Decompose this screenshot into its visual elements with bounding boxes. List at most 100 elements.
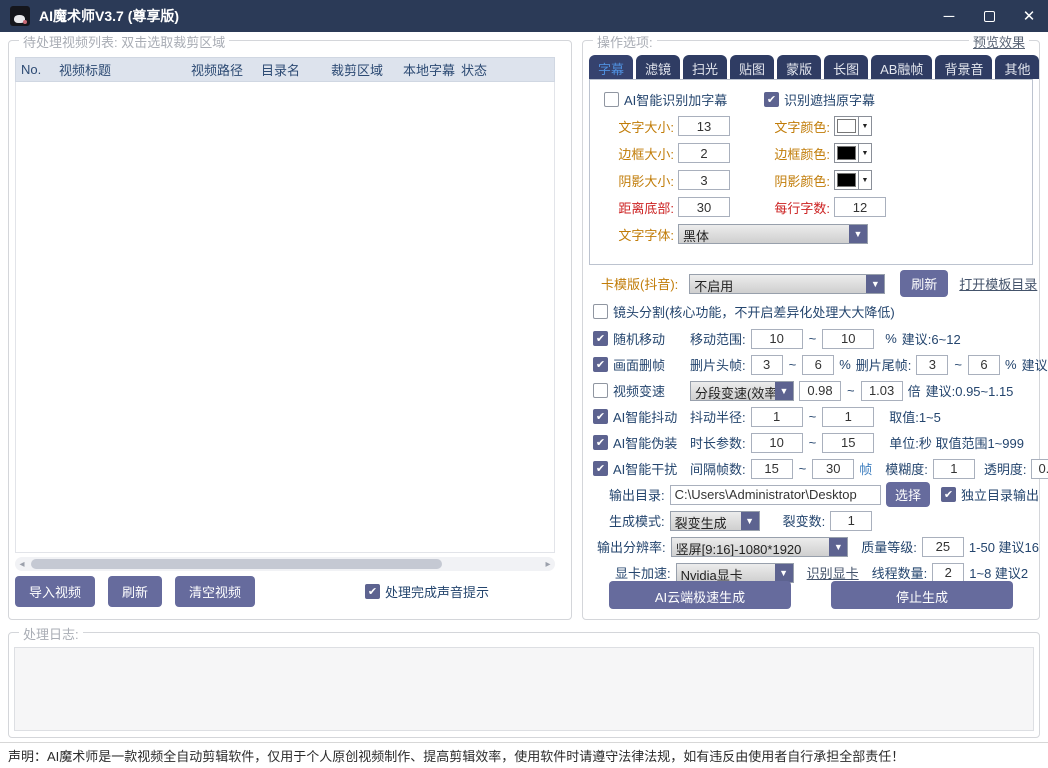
shot-split-checkbox[interactable]: 镜头分割(核心功能，不开启差异化处理大大降低) (593, 302, 895, 321)
column-header[interactable]: 裁剪区域 (326, 60, 398, 79)
ai-interfere-checkbox[interactable]: AI智能干扰 (593, 459, 685, 478)
gen-mode-dropdown[interactable]: 裂变生成 ▼ (670, 511, 760, 531)
checkbox-icon[interactable] (593, 461, 608, 476)
move-range-min-input[interactable] (751, 329, 803, 349)
text-size-input[interactable] (678, 116, 730, 136)
move-range-max-input[interactable] (822, 329, 874, 349)
card-template-dropdown[interactable]: 不启用 ▼ (689, 274, 885, 294)
gpu-dropdown[interactable]: Nvidia显卡 ▼ (676, 563, 794, 583)
column-header[interactable]: 目录名 (256, 60, 326, 79)
minimize-button[interactable]: ─ (940, 7, 958, 25)
random-move-checkbox[interactable]: 随机移动 (593, 329, 685, 348)
head-frames-max-input[interactable] (802, 355, 834, 375)
chevron-down-icon[interactable]: ▼ (866, 275, 884, 293)
close-button[interactable]: ✕ (1020, 7, 1038, 25)
independent-dir-checkbox[interactable]: 独立目录输出 (941, 485, 1039, 504)
tab-AB融帧[interactable]: AB融帧 (871, 55, 932, 79)
chevron-down-icon[interactable]: ▼ (849, 225, 867, 243)
ai-jitter-checkbox[interactable]: AI智能抖动 (593, 407, 685, 426)
checkbox-icon[interactable] (593, 383, 608, 398)
tab-扫光[interactable]: 扫光 (683, 55, 727, 79)
checkbox-icon[interactable] (593, 331, 608, 346)
column-header[interactable]: 本地字幕 (398, 60, 456, 79)
cover-subtitle-checkbox[interactable]: 识别遮挡原字幕 (764, 90, 875, 109)
fission-count-input[interactable] (830, 511, 872, 531)
ai-subtitle-checkbox[interactable]: AI智能识别加字幕 (604, 90, 764, 109)
speed-min-input[interactable] (799, 381, 841, 401)
threads-input[interactable] (932, 563, 964, 583)
tab-蒙版[interactable]: 蒙版 (777, 55, 821, 79)
open-template-dir-link[interactable]: 打开模板目录 (959, 274, 1037, 293)
dropdown-arrow-icon[interactable]: ▼ (858, 117, 871, 135)
checkbox-icon[interactable] (593, 304, 608, 319)
column-header[interactable]: 视频标题 (54, 60, 186, 79)
chars-per-line-input[interactable] (834, 197, 886, 217)
blur-input[interactable] (933, 459, 975, 479)
bottom-distance-input[interactable] (678, 197, 730, 217)
ai-disguise-checkbox[interactable]: AI智能伪装 (593, 433, 685, 452)
checkbox-icon[interactable] (593, 435, 608, 450)
head-frames-min-input[interactable] (751, 355, 783, 375)
opacity-input[interactable] (1031, 459, 1048, 479)
interval-min-input[interactable] (751, 459, 793, 479)
dropdown-arrow-icon[interactable]: ▼ (858, 171, 871, 189)
speed-change-checkbox[interactable]: 视频变速 (593, 381, 685, 400)
font-dropdown[interactable]: 黑体 ▼ (678, 224, 868, 244)
preview-effect-link[interactable]: 预览效果 (969, 32, 1029, 51)
speed-max-input[interactable] (861, 381, 903, 401)
speed-mode-dropdown[interactable]: 分段变速(效率优先) ▼ (690, 381, 794, 401)
checkbox-icon[interactable] (593, 357, 608, 372)
horizontal-scrollbar[interactable]: ◂ ▸ (15, 557, 555, 571)
scroll-left-arrow[interactable]: ◂ (15, 559, 29, 570)
column-header[interactable]: No. (16, 62, 54, 77)
duration-max-input[interactable] (822, 433, 874, 453)
chevron-down-icon[interactable]: ▼ (775, 382, 793, 400)
choose-dir-button[interactable]: 选择 (886, 482, 930, 507)
output-dir-input[interactable] (670, 485, 881, 505)
column-header[interactable]: 状态 (456, 60, 554, 79)
clear-videos-button[interactable]: 清空视频 (175, 576, 255, 607)
duration-min-input[interactable] (751, 433, 803, 453)
sound-tip-checkbox[interactable]: 处理完成声音提示 (365, 582, 489, 601)
tail-frames-max-input[interactable] (968, 355, 1000, 375)
column-header[interactable]: 视频路径 (186, 60, 256, 79)
tab-贴图[interactable]: 贴图 (730, 55, 774, 79)
checkbox-icon[interactable] (764, 92, 779, 107)
chevron-down-icon[interactable]: ▼ (829, 538, 847, 556)
interval-max-input[interactable] (812, 459, 854, 479)
tab-字幕[interactable]: 字幕 (589, 55, 633, 79)
maximize-button[interactable] (980, 7, 998, 25)
border-size-input[interactable] (678, 143, 730, 163)
cloud-generate-button[interactable]: AI云端极速生成 (609, 581, 791, 609)
shadow-size-input[interactable] (678, 170, 730, 190)
checkbox-icon[interactable] (941, 487, 956, 502)
frame-del-checkbox[interactable]: 画面删帧 (593, 355, 685, 374)
stop-generate-button[interactable]: 停止生成 (831, 581, 1013, 609)
tab-滤镜[interactable]: 滤镜 (636, 55, 680, 79)
video-table-body[interactable] (15, 82, 555, 553)
import-videos-button[interactable]: 导入视频 (15, 576, 95, 607)
jitter-min-input[interactable] (751, 407, 803, 427)
log-textarea[interactable] (14, 647, 1034, 731)
border-color-dropdown[interactable]: ▼ (834, 143, 872, 163)
dropdown-arrow-icon[interactable]: ▼ (858, 144, 871, 162)
checkbox-icon[interactable] (593, 409, 608, 424)
checkbox-icon[interactable] (365, 584, 380, 599)
detect-gpu-link[interactable]: 识别显卡 (807, 563, 859, 582)
template-refresh-button[interactable]: 刷新 (900, 270, 948, 297)
scroll-right-arrow[interactable]: ▸ (541, 559, 555, 570)
resolution-dropdown[interactable]: 竖屏[9:16]-1080*1920 ▼ (671, 537, 849, 557)
tab-其他[interactable]: 其他 (995, 55, 1039, 79)
refresh-list-button[interactable]: 刷新 (108, 576, 162, 607)
quality-input[interactable] (922, 537, 964, 557)
scrollbar-thumb[interactable] (31, 559, 442, 569)
tab-长图[interactable]: 长图 (824, 55, 868, 79)
chevron-down-icon[interactable]: ▼ (775, 564, 793, 582)
shadow-color-dropdown[interactable]: ▼ (834, 170, 872, 190)
tab-背景音[interactable]: 背景音 (935, 55, 992, 79)
jitter-max-input[interactable] (822, 407, 874, 427)
chevron-down-icon[interactable]: ▼ (741, 512, 759, 530)
checkbox-icon[interactable] (604, 92, 619, 107)
text-color-dropdown[interactable]: ▼ (834, 116, 872, 136)
tail-frames-min-input[interactable] (916, 355, 948, 375)
